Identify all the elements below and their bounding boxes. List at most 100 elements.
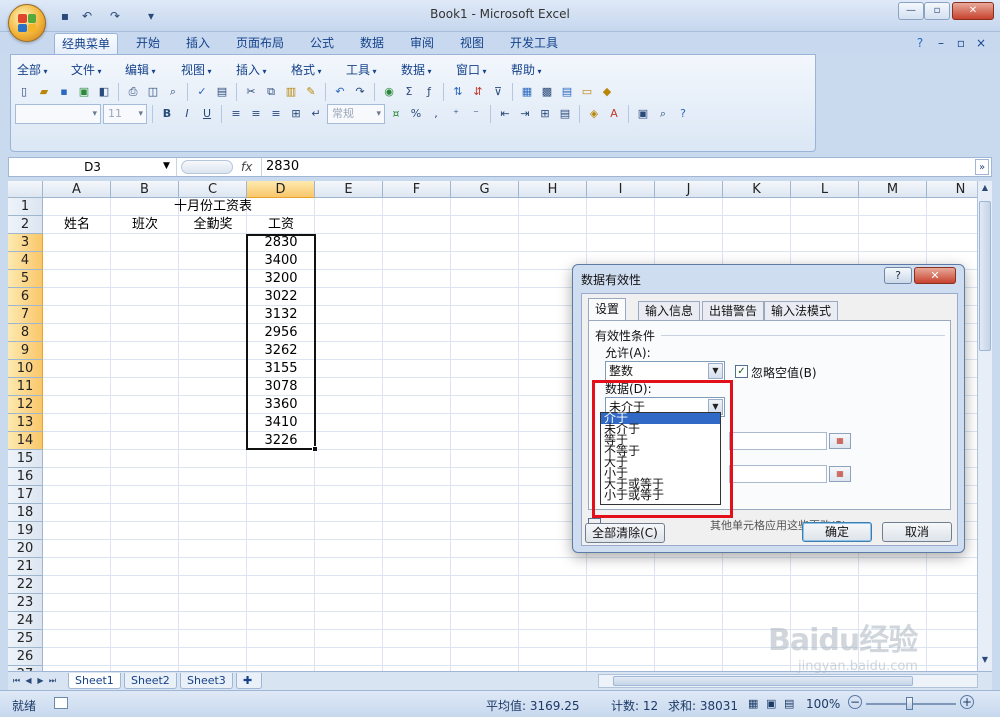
tab-ime-mode[interactable]: 输入法模式: [764, 301, 839, 320]
increase-decimal-icon[interactable]: ⁺: [447, 105, 465, 123]
tab-data[interactable]: 数据: [352, 33, 392, 54]
data-options-list[interactable]: 介于 未介于 等于 不等于 大于 小于 大于或等于 小于或等于: [600, 412, 721, 505]
row-header-18[interactable]: 18: [8, 504, 43, 522]
menu-all[interactable]: 全部: [17, 61, 48, 78]
shapes-icon[interactable]: ◆: [598, 83, 616, 101]
formula-bar-expand-pill[interactable]: [181, 160, 233, 174]
dialog-help-button[interactable]: ?: [884, 267, 912, 284]
chart-icon[interactable]: ▦: [518, 83, 536, 101]
row-header-25[interactable]: 25: [8, 630, 43, 648]
menu-insert[interactable]: 插入: [236, 61, 267, 78]
picture-icon[interactable]: ▩: [538, 83, 556, 101]
permission-icon[interactable]: ◧: [95, 83, 113, 101]
filter-icon[interactable]: ⊽: [489, 83, 507, 101]
research-icon[interactable]: ⌕: [164, 83, 182, 101]
number-format-combo[interactable]: 常规: [327, 104, 385, 124]
menu-window[interactable]: 窗口: [456, 61, 487, 78]
row-header-24[interactable]: 24: [8, 612, 43, 630]
fill-color-icon[interactable]: ◈: [585, 105, 603, 123]
comma-icon[interactable]: ,: [427, 105, 445, 123]
sort-ascending-icon[interactable]: ⇅: [449, 83, 467, 101]
menu-format[interactable]: 格式: [291, 61, 322, 78]
scroll-up-icon[interactable]: ▲: [979, 183, 991, 197]
decrease-decimal-icon[interactable]: ⁻: [467, 105, 485, 123]
menu-help[interactable]: 帮助: [511, 61, 542, 78]
font-name-combo[interactable]: [15, 104, 101, 124]
autosum-icon[interactable]: Σ: [400, 83, 418, 101]
select-all-corner[interactable]: [8, 181, 43, 198]
menu-view[interactable]: 视图: [181, 61, 212, 78]
function-icon[interactable]: ƒ: [420, 83, 438, 101]
format-painter-icon[interactable]: ✎: [302, 83, 320, 101]
horizontal-scroll-thumb[interactable]: [613, 676, 913, 686]
row-header-8[interactable]: 8: [8, 324, 43, 342]
bold-icon[interactable]: B: [158, 105, 176, 123]
option-less-equal[interactable]: 小于或等于: [601, 489, 720, 501]
row-header-13[interactable]: 13: [8, 414, 43, 432]
ribbon-restore-icon[interactable]: ▫: [954, 33, 968, 54]
row-header-14[interactable]: 14: [8, 432, 43, 450]
row-header-22[interactable]: 22: [8, 576, 43, 594]
name-box[interactable]: D3: [9, 158, 177, 176]
normal-view-icon[interactable]: ▦: [748, 697, 758, 710]
row-header-7[interactable]: 7: [8, 306, 43, 324]
find-icon[interactable]: ⌕: [654, 105, 672, 123]
row-header-2[interactable]: 2: [8, 216, 43, 234]
zoom-in-icon[interactable]: +: [960, 695, 974, 709]
column-header-f[interactable]: F: [383, 181, 451, 198]
column-header-l[interactable]: L: [791, 181, 859, 198]
column-header-n[interactable]: N: [927, 181, 977, 198]
row-header-1[interactable]: 1: [8, 198, 43, 216]
column-header-i[interactable]: I: [587, 181, 655, 198]
zoom-slider-thumb[interactable]: [906, 697, 913, 710]
prev-sheet-icon[interactable]: ◀: [23, 675, 34, 687]
column-header-b[interactable]: B: [111, 181, 179, 198]
cancel-button[interactable]: 取消: [882, 522, 952, 542]
row-header-3[interactable]: 3: [8, 234, 43, 252]
header-shift-cell[interactable]: 班次: [111, 216, 179, 234]
research-book-icon[interactable]: ▤: [213, 83, 231, 101]
row-header-16[interactable]: 16: [8, 468, 43, 486]
tab-error-alert[interactable]: 出错警告: [702, 301, 765, 320]
tab-classic-menu[interactable]: 经典菜单: [54, 33, 118, 54]
maximum-input[interactable]: [729, 465, 827, 483]
formula-value[interactable]: 2830: [261, 158, 299, 176]
spelling-icon[interactable]: ✓: [193, 83, 211, 101]
column-header-a[interactable]: A: [43, 181, 111, 198]
row-header-21[interactable]: 21: [8, 558, 43, 576]
tab-input-message[interactable]: 输入信息: [638, 301, 701, 320]
row-header-6[interactable]: 6: [8, 288, 43, 306]
tab-settings[interactable]: 设置: [588, 298, 627, 321]
office-button[interactable]: [8, 4, 46, 42]
allow-select[interactable]: 整数 ▼: [605, 361, 725, 381]
font-color-icon[interactable]: A: [605, 105, 623, 123]
row-header-10[interactable]: 10: [8, 360, 43, 378]
minimum-range-picker-icon[interactable]: ▦: [829, 433, 851, 449]
export-icon[interactable]: ▣: [75, 83, 93, 101]
sheet-tab-1[interactable]: Sheet1: [68, 673, 121, 689]
italic-icon[interactable]: I: [178, 105, 196, 123]
redo-icon[interactable]: ↷: [351, 83, 369, 101]
tab-view[interactable]: 视图: [452, 33, 492, 54]
column-header-h[interactable]: H: [519, 181, 587, 198]
paste-icon[interactable]: ▥: [282, 83, 300, 101]
underline-icon[interactable]: U: [198, 105, 216, 123]
row-header-12[interactable]: 12: [8, 396, 43, 414]
ribbon-close-icon[interactable]: ×: [974, 33, 988, 54]
sheet-tab-3[interactable]: Sheet3: [180, 673, 233, 689]
ok-button[interactable]: 确定: [802, 522, 872, 542]
next-sheet-icon[interactable]: ▶: [35, 675, 46, 687]
column-header-j[interactable]: J: [655, 181, 723, 198]
first-sheet-icon[interactable]: ⏮: [11, 675, 22, 687]
print-icon[interactable]: ⎙: [124, 83, 142, 101]
merge-center-icon[interactable]: ⊞: [287, 105, 305, 123]
row-header-4[interactable]: 4: [8, 252, 43, 270]
vertical-scrollbar[interactable]: ▲ ▼: [977, 181, 992, 671]
row-header-26[interactable]: 26: [8, 648, 43, 666]
currency-icon[interactable]: ¤: [387, 105, 405, 123]
menu-file[interactable]: 文件: [71, 61, 102, 78]
horizontal-scrollbar[interactable]: [598, 674, 978, 688]
wrap-icon[interactable]: ↵: [307, 105, 325, 123]
undo-icon[interactable]: ↶: [331, 83, 349, 101]
row-header-15[interactable]: 15: [8, 450, 43, 468]
